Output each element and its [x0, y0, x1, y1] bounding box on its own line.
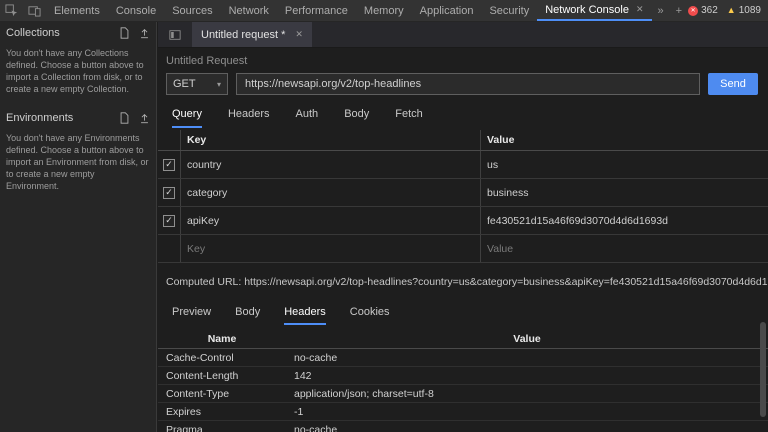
param-value[interactable]: fe430521d15a46f69d3070d4d6d1693d	[480, 207, 768, 234]
request-tab-bar: Untitled request * ✕	[158, 22, 768, 48]
query-table-header: Key Value	[158, 130, 768, 151]
row-checkbox[interactable]	[163, 214, 175, 227]
header-name: Cache-Control	[166, 351, 234, 364]
close-tab-icon[interactable]: ✕	[636, 4, 644, 15]
table-row: Content-Type application/json; charset=u…	[158, 385, 768, 403]
param-key[interactable]: country	[180, 151, 480, 178]
tab-headers[interactable]: Headers	[228, 108, 270, 128]
close-request-tab-icon[interactable]: ✕	[295, 29, 303, 40]
import-environment-icon[interactable]	[139, 112, 150, 124]
tab-sources[interactable]: Sources	[164, 0, 220, 21]
request-panel: Untitled request * ✕ Untitled Request GE…	[158, 22, 768, 432]
value-column-header: Value	[480, 130, 768, 150]
chevron-down-icon: ▾	[216, 79, 221, 89]
table-row-empty	[158, 235, 768, 263]
header-value: no-cache	[294, 351, 338, 364]
tab-fetch[interactable]: Fetch	[395, 108, 423, 128]
collections-title: Collections	[6, 27, 60, 39]
method-select[interactable]: GET ▾	[166, 73, 228, 95]
tab-response-headers[interactable]: Headers	[284, 306, 326, 325]
url-input[interactable]	[236, 73, 700, 95]
header-value: -1	[294, 405, 304, 418]
computed-url: Computed URL: https://newsapi.org/v2/top…	[166, 276, 768, 288]
status-badges: 362 ▲ 1089 99+ ⚙	[688, 0, 768, 21]
error-count-badge[interactable]: 362	[688, 5, 718, 16]
row-checkbox[interactable]	[163, 186, 175, 199]
device-toolbar-icon[interactable]	[23, 0, 46, 21]
table-row: category business	[158, 179, 768, 207]
param-value[interactable]: business	[480, 179, 768, 206]
param-value[interactable]: us	[480, 151, 768, 178]
tab-security[interactable]: Security	[481, 0, 537, 21]
inspect-element-icon[interactable]	[0, 0, 23, 21]
environments-title: Environments	[6, 112, 74, 124]
header-name: Pragma	[166, 423, 203, 432]
response-table-header: Name Value	[158, 329, 768, 349]
header-value: application/json; charset=utf-8	[294, 387, 434, 400]
network-console-sidebar: Collections You don't have any Collectio…	[0, 22, 157, 432]
request-title: Untitled Request	[166, 55, 248, 67]
new-key-input[interactable]	[187, 242, 466, 255]
header-name: Content-Length	[166, 369, 239, 382]
tab-body[interactable]: Body	[344, 108, 369, 128]
key-column-header: Key	[180, 130, 480, 150]
tab-network-console[interactable]: Network Console ✕	[537, 0, 652, 21]
send-button[interactable]: Send	[708, 73, 758, 95]
tab-network[interactable]: Network	[221, 0, 277, 21]
collections-section-header: Collections	[0, 22, 156, 44]
tab-console[interactable]: Console	[108, 0, 164, 21]
response-headers-table: Name Value Cache-Control no-cache Conten…	[158, 329, 768, 432]
error-count: 362	[701, 5, 718, 16]
tab-application[interactable]: Application	[412, 0, 482, 21]
tab-cookies[interactable]: Cookies	[350, 306, 390, 325]
warning-count-badge[interactable]: ▲ 1089	[727, 5, 761, 16]
header-name: Expires	[166, 405, 202, 418]
warning-count: 1089	[738, 5, 761, 16]
table-row: apiKey fe430521d15a46f69d3070d4d6d1693d	[158, 207, 768, 235]
row-checkbox[interactable]	[163, 158, 175, 171]
header-name: Content-Type	[166, 387, 230, 400]
query-params-table: Key Value country us category business a…	[158, 130, 768, 263]
table-row: Expires -1	[158, 403, 768, 421]
method-value: GET	[173, 78, 196, 90]
param-key[interactable]: category	[180, 179, 480, 206]
value-column-header: Value	[513, 332, 541, 345]
table-row: country us	[158, 151, 768, 179]
name-column-header: Name	[207, 332, 237, 345]
header-value: 142	[294, 369, 312, 382]
url-row: GET ▾ Send	[158, 70, 768, 101]
devtools-window: Elements Console Sources Network Perform…	[0, 0, 768, 432]
error-icon	[688, 5, 699, 16]
response-tabs: Preview Body Headers Cookies	[158, 292, 768, 325]
tab-memory[interactable]: Memory	[356, 0, 412, 21]
param-key[interactable]: apiKey	[180, 207, 480, 234]
tab-query[interactable]: Query	[172, 108, 202, 128]
tab-response-body[interactable]: Body	[235, 306, 260, 325]
table-row: Content-Length 142	[158, 367, 768, 385]
request-tab[interactable]: Untitled request * ✕	[192, 22, 312, 47]
tab-preview[interactable]: Preview	[172, 306, 211, 325]
import-collection-icon[interactable]	[139, 27, 150, 39]
more-tabs-icon[interactable]: »	[652, 0, 670, 21]
request-tab-label: Untitled request *	[201, 28, 286, 41]
scrollbar[interactable]	[760, 322, 766, 417]
new-value-input[interactable]	[487, 242, 754, 255]
tab-elements[interactable]: Elements	[46, 0, 108, 21]
tab-performance[interactable]: Performance	[277, 0, 356, 21]
tab-network-console-label: Network Console	[545, 3, 629, 16]
table-row: Pragma no-cache	[158, 421, 768, 432]
warning-icon: ▲	[726, 5, 736, 15]
environments-empty-text: You don't have any Environments defined.…	[6, 133, 149, 191]
header-value: no-cache	[294, 423, 338, 432]
new-collection-icon[interactable]	[119, 27, 130, 39]
environments-section-header: Environments	[0, 107, 156, 129]
add-tab-icon[interactable]: +	[670, 0, 688, 21]
request-list-icon[interactable]	[164, 29, 186, 41]
request-detail-tabs: Query Headers Auth Body Fetch	[158, 101, 768, 128]
new-environment-icon[interactable]	[119, 112, 130, 124]
table-row: Cache-Control no-cache	[158, 349, 768, 367]
devtools-tab-bar: Elements Console Sources Network Perform…	[0, 0, 768, 22]
tab-auth[interactable]: Auth	[296, 108, 319, 128]
collections-empty-text: You don't have any Collections defined. …	[6, 48, 144, 94]
